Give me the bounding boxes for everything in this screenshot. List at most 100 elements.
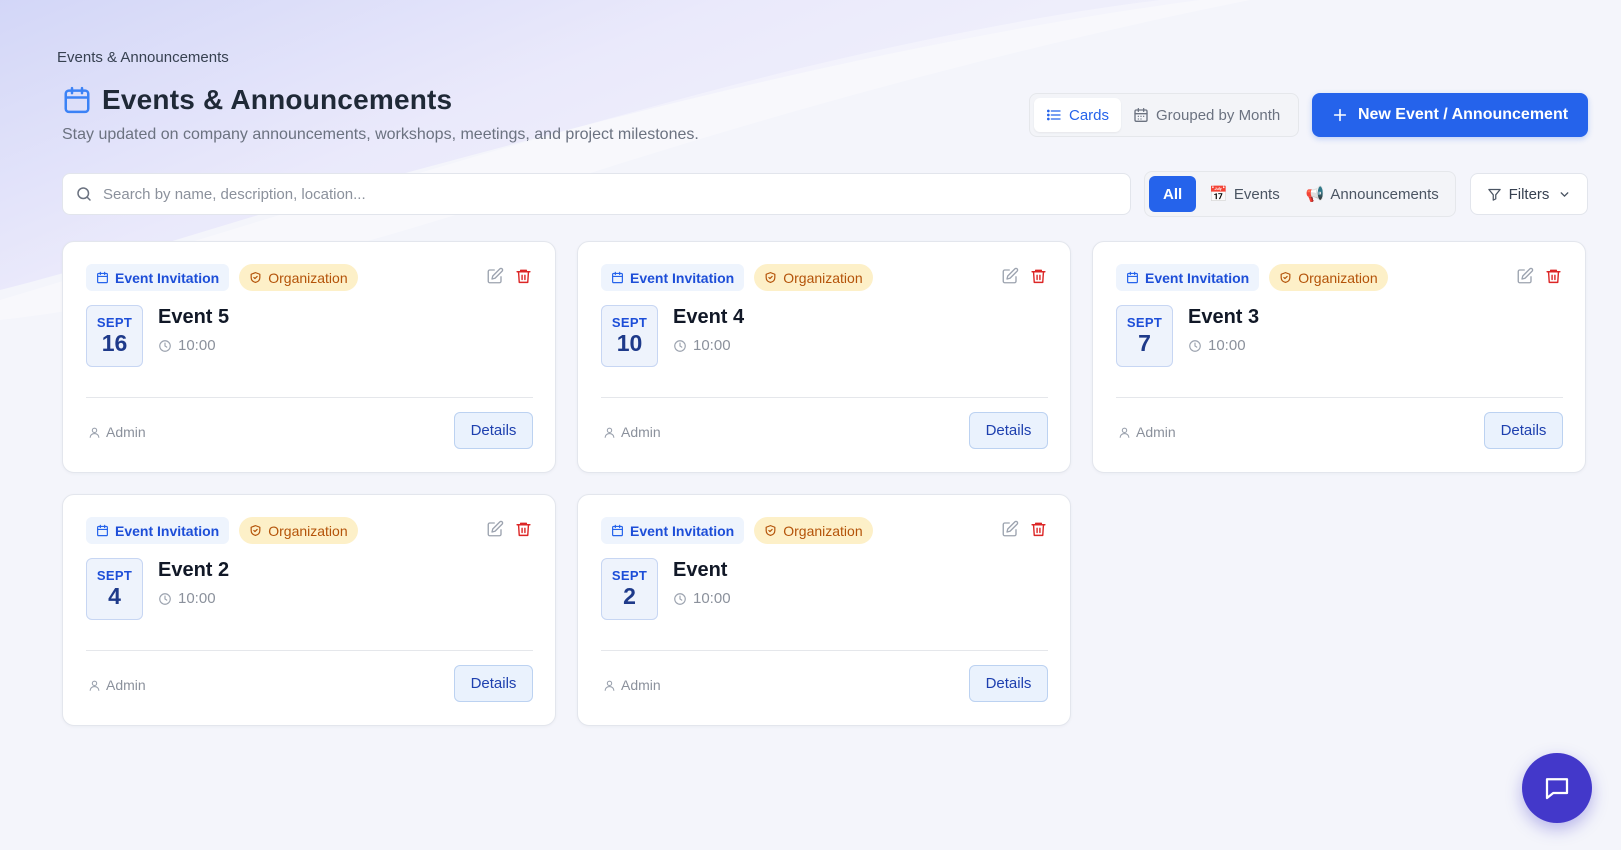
trash-icon — [515, 522, 531, 537]
card-divider — [1116, 397, 1563, 398]
details-label: Details — [1500, 422, 1547, 439]
filter-events-label: Events — [1233, 185, 1280, 203]
author-label: Admin — [621, 424, 661, 440]
event-time: 10:00 — [158, 590, 216, 607]
card-badges: Event Invitation Organization — [601, 517, 883, 544]
plus-icon — [1333, 108, 1347, 122]
author-label: Admin — [621, 677, 661, 693]
event-time-label: 10:00 — [693, 590, 731, 607]
event-title: Event 2 — [158, 559, 230, 581]
edit-button[interactable] — [485, 519, 505, 539]
event-type-badge: Event Invitation — [1116, 264, 1260, 291]
details-button[interactable]: Details — [969, 665, 1048, 702]
details-label: Details — [985, 422, 1032, 439]
filter-all-label: All — [1163, 185, 1183, 203]
scope-badge: Organization — [754, 264, 873, 291]
scope-badge: Organization — [239, 517, 358, 544]
details-button[interactable]: Details — [969, 412, 1048, 449]
view-grouped-label: Grouped by Month — [1156, 106, 1281, 124]
calendar-icon — [612, 271, 623, 284]
chat-button[interactable] — [1522, 753, 1592, 823]
view-cards-button[interactable]: Cards — [1034, 98, 1122, 132]
funnel-icon — [1487, 188, 1501, 201]
card-divider — [601, 650, 1048, 651]
event-time: 10:00 — [1188, 337, 1246, 354]
date-badge: SEPT 10 — [601, 305, 658, 367]
type-filter: All 📅 Events 📢 Announcements — [1144, 171, 1456, 217]
event-time: 10:00 — [673, 590, 731, 607]
calendar-icon — [612, 524, 623, 537]
clock-icon — [674, 592, 686, 605]
date-month: SEPT — [611, 568, 648, 583]
delete-button[interactable] — [1028, 266, 1048, 286]
delete-button[interactable] — [513, 266, 533, 286]
details-button[interactable]: Details — [1484, 412, 1563, 449]
shield-icon — [250, 525, 261, 536]
card-badges: Event Invitation Organization — [601, 264, 883, 291]
clock-icon — [1189, 339, 1201, 352]
date-day: 4 — [108, 583, 121, 609]
event-title: Event 3 — [1188, 306, 1260, 328]
clock-icon — [674, 339, 686, 352]
card-badges: Event Invitation Organization — [1116, 264, 1398, 291]
new-event-button[interactable]: New Event / Announcement — [1312, 93, 1588, 137]
card-badges: Event Invitation Organization — [86, 264, 368, 291]
card-divider — [86, 397, 533, 398]
event-type-badge: Event Invitation — [86, 264, 230, 291]
date-day: 2 — [623, 583, 636, 609]
filter-events-button[interactable]: 📅 Events — [1196, 176, 1293, 212]
trash-icon — [1545, 269, 1561, 284]
scope-label: Organization — [1298, 269, 1378, 286]
scope-label: Organization — [268, 522, 348, 539]
edit-icon — [1002, 267, 1019, 284]
event-time: 10:00 — [673, 337, 731, 354]
card-badges: Event Invitation Organization — [86, 517, 368, 544]
view-grouped-button[interactable]: Grouped by Month — [1121, 98, 1292, 132]
event-type-badge: Event Invitation — [601, 517, 745, 544]
delete-button[interactable] — [1028, 519, 1048, 539]
edit-button[interactable] — [1000, 266, 1020, 286]
author-label: Admin — [1136, 424, 1176, 440]
chevron-down-icon — [1561, 191, 1569, 197]
filters-dropdown-button[interactable]: Filters — [1470, 173, 1588, 215]
event-type-label: Event Invitation — [630, 522, 735, 539]
edit-button[interactable] — [485, 266, 505, 286]
card-actions — [1507, 266, 1563, 286]
date-day: 16 — [101, 330, 128, 356]
date-badge: SEPT 16 — [86, 305, 143, 367]
trash-icon — [1030, 269, 1046, 284]
new-event-label: New Event / Announcement — [1357, 106, 1569, 123]
event-type-label: Event Invitation — [115, 269, 220, 286]
filter-announcements-button[interactable]: 📢 Announcements — [1293, 176, 1452, 212]
chat-icon — [1545, 778, 1569, 800]
shield-icon — [1280, 272, 1291, 283]
details-button[interactable]: Details — [454, 412, 533, 449]
event-type-badge: Event Invitation — [86, 517, 230, 544]
search-input[interactable] — [103, 185, 1130, 203]
event-author: Admin — [1118, 424, 1176, 440]
edit-icon — [487, 520, 504, 537]
event-card: Event Invitation Organization SEPT 4 Eve… — [62, 494, 556, 726]
event-title: Event 4 — [673, 306, 745, 328]
edit-icon — [487, 267, 504, 284]
delete-button[interactable] — [513, 519, 533, 539]
filter-all-button[interactable]: All — [1149, 176, 1197, 212]
details-button[interactable]: Details — [454, 665, 533, 702]
edit-button[interactable] — [1000, 519, 1020, 539]
shield-icon — [765, 272, 776, 283]
card-actions — [992, 519, 1048, 539]
details-label: Details — [470, 422, 517, 439]
shield-icon — [765, 525, 776, 536]
page-subtitle: Stay updated on company announcements, w… — [62, 126, 699, 143]
event-author: Admin — [88, 424, 146, 440]
search-box — [62, 173, 1131, 215]
event-author: Admin — [603, 677, 661, 693]
date-day: 10 — [616, 330, 643, 356]
shield-icon — [250, 272, 261, 283]
scope-label: Organization — [783, 269, 863, 286]
calendar-icon — [97, 524, 108, 537]
edit-button[interactable] — [1515, 266, 1535, 286]
delete-button[interactable] — [1543, 266, 1563, 286]
card-divider — [86, 650, 533, 651]
list-icon — [1047, 109, 1061, 121]
